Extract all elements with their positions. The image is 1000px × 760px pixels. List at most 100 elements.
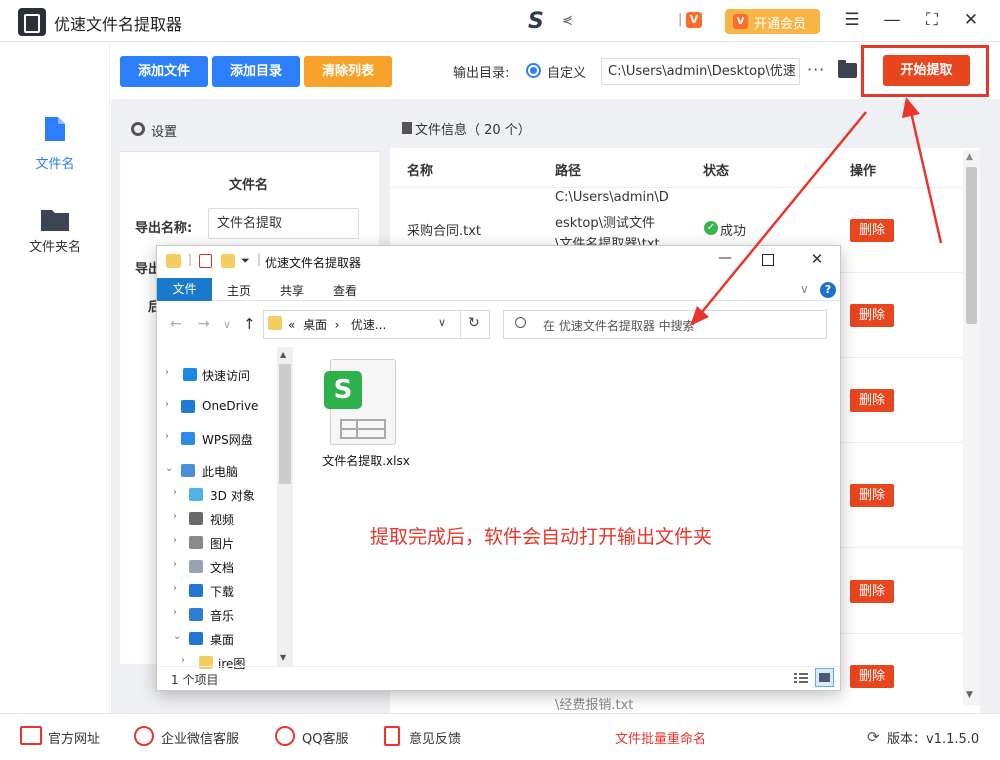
delete-button[interactable]: 删除 — [850, 304, 894, 327]
explorer-close-button[interactable]: ✕ — [808, 250, 826, 268]
app-title: 优速文件名提取器 — [54, 15, 183, 34]
back-icon[interactable]: ← — [170, 316, 182, 332]
delete-button[interactable]: 删除 — [850, 484, 894, 507]
more-options-button[interactable]: ··· — [807, 60, 825, 79]
nav-item-filename[interactable]: 文件名 — [0, 108, 110, 178]
up-icon[interactable]: ↑ — [243, 315, 256, 333]
scroll-up-arrow[interactable]: ▲ — [966, 152, 973, 162]
tree-expand-icon[interactable]: › — [173, 607, 177, 618]
batch-rename-link[interactable]: 文件批量重命名 — [615, 728, 706, 747]
explorer-maximize-button[interactable] — [762, 254, 774, 266]
ribbon-expand-icon[interactable]: ∨ — [800, 282, 809, 296]
add-file-button[interactable]: 添加文件 — [120, 56, 208, 87]
tree-item-videos[interactable]: › 视频 — [157, 508, 277, 530]
desktop-icon — [189, 632, 203, 645]
tree-item-label: OneDrive — [202, 399, 259, 413]
file-name[interactable]: 文件名提取.xlsx — [321, 452, 411, 469]
tree-expand-icon[interactable]: › — [181, 655, 185, 666]
tree-expand-icon[interactable]: › — [173, 487, 177, 498]
vip-button[interactable]: V 开通会员 — [725, 9, 820, 34]
recent-locations-icon[interactable]: ∨ — [223, 318, 231, 331]
ire-folder-icon — [199, 656, 213, 669]
feedback-link[interactable]: 意见反馈 — [409, 728, 461, 747]
documents-icon — [189, 560, 203, 573]
videos-icon — [189, 512, 203, 525]
wechat-service-link[interactable]: 企业微信客服 — [161, 728, 239, 747]
navigation-pane-scroll-thumb[interactable] — [279, 364, 291, 484]
tree-item-documents[interactable]: › 文档 — [157, 556, 277, 578]
row-status: 成功 — [720, 224, 747, 239]
file-icon — [402, 122, 412, 134]
delete-button[interactable]: 删除 — [850, 219, 894, 242]
help-icon[interactable]: ? — [820, 282, 836, 298]
tree-item-wps-drive[interactable]: › WPS网盘 — [157, 428, 277, 450]
tree-item-music[interactable]: › 音乐 — [157, 604, 277, 626]
tree-expand-icon[interactable]: › — [165, 367, 169, 378]
add-directory-button[interactable]: 添加目录 — [212, 56, 300, 87]
tree-expand-icon[interactable]: › — [173, 583, 177, 594]
clear-list-button[interactable]: 清除列表 — [304, 56, 392, 87]
tree-expand-icon[interactable]: › — [173, 559, 177, 570]
tree-item-onedrive[interactable]: › OneDrive — [157, 396, 277, 418]
minimize-button[interactable]: — — [882, 10, 902, 30]
quick-access-dropdown-icon[interactable]: ⏷ — [241, 254, 250, 268]
new-folder-icon[interactable] — [221, 254, 235, 268]
quick-access-icon — [183, 368, 197, 381]
tab-view[interactable]: 查看 — [333, 282, 357, 299]
export-name-input[interactable]: 文件名提取 — [208, 208, 359, 239]
start-extract-button[interactable]: 开始提取 — [883, 55, 970, 86]
tree-expand-icon[interactable]: › — [173, 535, 177, 546]
output-path-field[interactable]: C:\Users\admin\Desktop\优速 — [601, 58, 800, 85]
title-separator: | — [257, 252, 262, 266]
scroll-down-arrow[interactable]: ▼ — [966, 690, 973, 700]
folder-icon — [166, 254, 181, 268]
official-site-link[interactable]: 官方网址 — [48, 728, 100, 747]
app-logo-icon — [18, 8, 46, 36]
row-path-line: esktop\测试文件 — [555, 216, 655, 231]
menu-icon[interactable]: ☰ — [842, 10, 862, 30]
column-action: 操作 — [850, 164, 877, 179]
tree-item-desktop[interactable]: ⌄ 桌面 — [157, 628, 277, 650]
tree-item-label: 快速访问 — [202, 369, 251, 383]
custom-dir-radio[interactable] — [526, 63, 541, 78]
tree-expand-icon[interactable]: ⌄ — [173, 631, 181, 642]
search-placeholder: 在 优速文件名提取器 中搜索 — [543, 319, 695, 333]
tree-item-downloads[interactable]: › 下载 — [157, 580, 277, 602]
address-divider — [460, 311, 461, 338]
tree-item-this-pc[interactable]: ⌄ 此电脑 — [157, 460, 277, 482]
scroll-down-arrow[interactable]: ▼ — [280, 653, 286, 662]
vip-mini-icon[interactable]: V — [686, 12, 702, 28]
scroll-up-arrow[interactable]: ▲ — [280, 350, 286, 359]
properties-icon[interactable] — [199, 254, 212, 268]
qq-service-link[interactable]: QQ客服 — [302, 728, 348, 747]
wechat-icon — [134, 726, 154, 746]
details-view-icon[interactable] — [793, 670, 809, 686]
tree-expand-icon[interactable]: ⌄ — [165, 463, 173, 474]
gear-icon — [131, 122, 145, 136]
delete-button[interactable]: 删除 — [850, 665, 894, 688]
refresh-icon[interactable]: ↻ — [468, 315, 480, 331]
tab-file[interactable]: 文件 — [157, 278, 212, 301]
tab-home[interactable]: 主页 — [227, 282, 251, 299]
address-dropdown-icon[interactable]: ∨ — [438, 316, 446, 329]
tree-expand-icon[interactable]: › — [173, 511, 177, 522]
forward-icon[interactable]: → — [198, 316, 210, 332]
tree-expand-icon[interactable]: › — [165, 399, 169, 410]
tree-item-3d-objects[interactable]: › 3D 对象 — [157, 484, 277, 506]
explorer-minimize-button[interactable]: — — [716, 250, 734, 266]
fullscreen-button[interactable]: ⛶ — [922, 10, 942, 30]
tree-item-quick-access[interactable]: › 快速访问 — [157, 364, 277, 386]
large-icons-view-icon[interactable] — [815, 668, 834, 687]
tab-share[interactable]: 共享 — [280, 282, 304, 299]
open-folder-icon[interactable] — [838, 60, 857, 78]
tree-expand-icon[interactable]: › — [165, 431, 169, 442]
refresh-icon[interactable]: ⟳ — [867, 728, 880, 746]
delete-button[interactable]: 删除 — [850, 389, 894, 412]
tree-item-pictures[interactable]: › 图片 — [157, 532, 277, 554]
version-label: 版本：v1.1.5.0 — [887, 732, 980, 747]
close-button[interactable]: ✕ — [961, 10, 981, 30]
table-scrollbar-thumb[interactable] — [966, 167, 977, 324]
delete-button[interactable]: 删除 — [850, 580, 894, 603]
nav-item-foldername[interactable]: 文件夹名 — [0, 196, 110, 266]
address-path[interactable]: « 桌面 › 优速... — [288, 316, 386, 333]
